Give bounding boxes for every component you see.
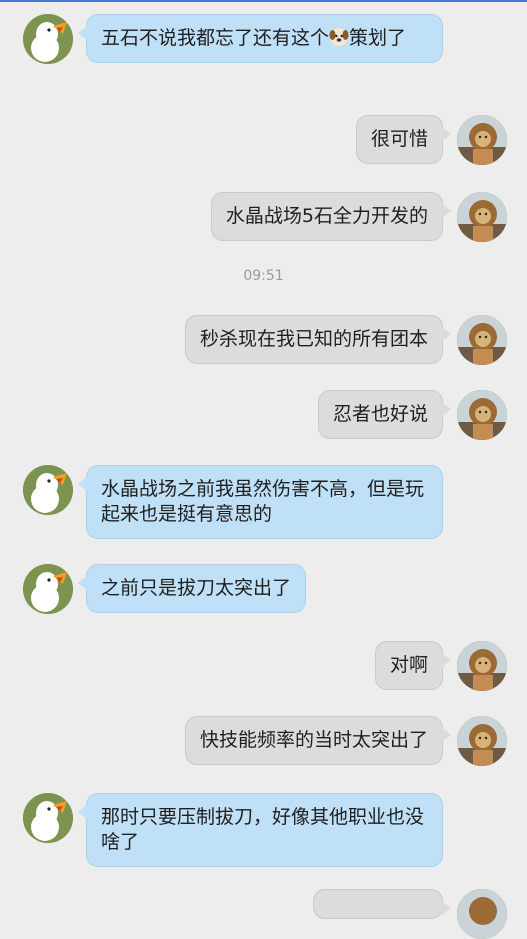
duck-avatar[interactable] bbox=[23, 465, 73, 515]
lion-avatar[interactable] bbox=[457, 192, 507, 242]
message-text: 快技能频率的当时太突出了 bbox=[199, 729, 428, 751]
message-bubble[interactable]: 水晶战场5石全力开发的 bbox=[210, 192, 452, 241]
message-bubble[interactable]: 五石不说我都忘了还有这个 策划了 bbox=[78, 14, 443, 63]
message-bubble[interactable]: 水晶战场之前我虽然伤害不高，但是玩起来也是挺有意思的 bbox=[78, 465, 443, 539]
message-text: 秒杀现在我已知的所有团本 bbox=[199, 328, 428, 350]
lion-icon bbox=[457, 889, 507, 939]
duck-icon bbox=[23, 465, 73, 515]
message-text: 水晶战场5石全力开发的 bbox=[225, 205, 428, 227]
timestamp: 09:51 bbox=[243, 268, 284, 284]
message-text: 之前只是拔刀太突出了 bbox=[101, 577, 292, 599]
message-text: 那时只要压制拔刀，好像其他职业也没啥了 bbox=[101, 806, 425, 853]
message-bubble[interactable]: 秒杀现在我已知的所有团本 bbox=[184, 315, 452, 364]
lion-avatar[interactable] bbox=[457, 390, 507, 440]
message-text: 忍者也好说 bbox=[332, 403, 428, 425]
duck-avatar[interactable] bbox=[23, 564, 73, 614]
dog-face-icon bbox=[329, 27, 349, 47]
message-bubble[interactable]: 对啊 bbox=[374, 641, 452, 690]
lion-icon bbox=[457, 115, 507, 165]
message-text-continued: 策划了 bbox=[349, 27, 407, 49]
message-text: 五石不说我都忘了还有这个 bbox=[101, 27, 330, 49]
lion-icon bbox=[457, 315, 507, 365]
message-bubble[interactable]: 快技能频率的当时太突出了 bbox=[184, 716, 452, 765]
message-bubble[interactable]: 很可惜 bbox=[355, 115, 452, 164]
message-bubble[interactable]: 忍者也好说 bbox=[317, 390, 452, 439]
message-text: 很可惜 bbox=[370, 128, 428, 150]
lion-icon bbox=[457, 641, 507, 691]
message-text: 水晶战场之前我虽然伤害不高，但是玩起来也是挺有意思的 bbox=[101, 478, 425, 525]
lion-icon bbox=[457, 716, 507, 766]
duck-icon bbox=[23, 793, 73, 843]
lion-avatar[interactable] bbox=[457, 641, 507, 691]
message-bubble-partial[interactable] bbox=[313, 889, 451, 919]
duck-icon bbox=[23, 14, 73, 64]
chat-message-list[interactable]: 五石不说我都忘了还有这个 策划了 很可惜 水晶战场5石全力开发的 09:51 秒… bbox=[0, 0, 527, 939]
message-text: 对啊 bbox=[389, 654, 428, 676]
lion-avatar[interactable] bbox=[457, 716, 507, 766]
lion-avatar[interactable] bbox=[457, 315, 507, 365]
duck-avatar[interactable] bbox=[23, 14, 73, 64]
lion-icon bbox=[457, 390, 507, 440]
message-bubble[interactable]: 那时只要压制拔刀，好像其他职业也没啥了 bbox=[78, 793, 443, 867]
duck-avatar[interactable] bbox=[23, 793, 73, 843]
message-bubble[interactable]: 之前只是拔刀太突出了 bbox=[77, 564, 307, 613]
lion-avatar[interactable] bbox=[457, 115, 507, 165]
lion-avatar[interactable] bbox=[457, 889, 507, 939]
lion-icon bbox=[457, 192, 507, 242]
duck-icon bbox=[23, 564, 73, 614]
